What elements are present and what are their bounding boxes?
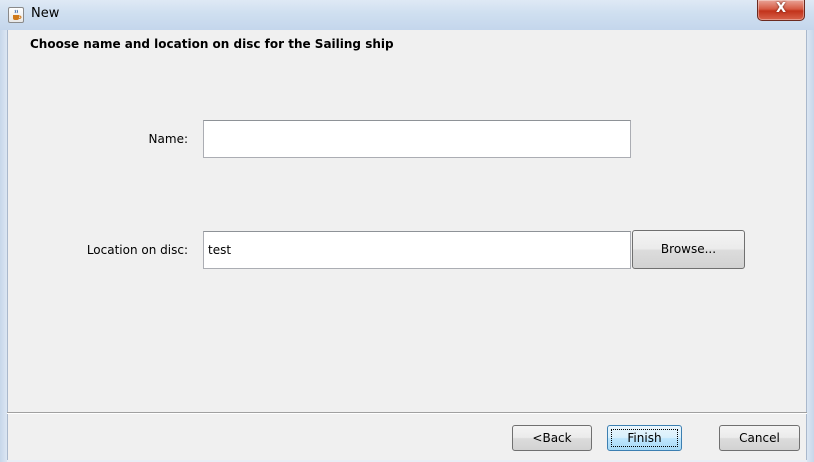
location-label: Location on disc: [86,243,188,257]
back-button[interactable]: <Back [512,425,592,451]
footer-separator [7,412,807,414]
close-icon: X [775,1,787,16]
java-cup-icon [8,7,24,23]
name-input[interactable] [203,120,631,158]
finish-button[interactable]: Finish [607,425,682,451]
cancel-button[interactable]: Cancel [719,425,800,451]
title-bar[interactable]: New X [0,0,814,31]
dialog-window: New X Choose name and location on disc f… [0,0,814,462]
wizard-heading: Choose name and location on disc for the… [30,37,394,51]
window-title: New [31,6,60,21]
window-frame-left [0,30,7,462]
finish-button-label: Finish [627,431,662,445]
window-frame-right [807,30,814,462]
browse-button[interactable]: Browse... [632,230,745,269]
close-button[interactable]: X [757,0,805,21]
location-input[interactable] [203,231,631,269]
name-label: Name: [148,132,188,146]
